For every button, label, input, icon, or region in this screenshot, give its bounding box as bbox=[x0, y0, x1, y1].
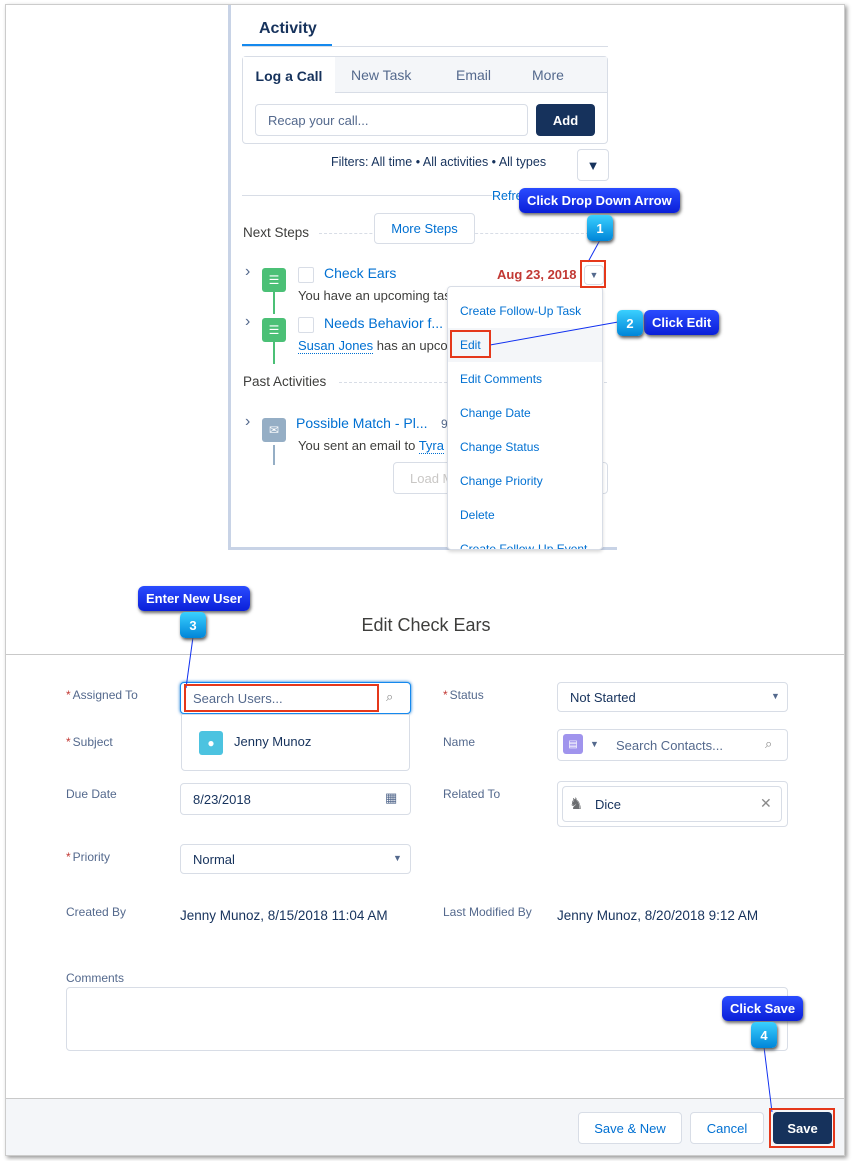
callout-connectors bbox=[185, 239, 773, 1113]
callout-2-number: 2 bbox=[617, 310, 643, 336]
highlight-assigned-to bbox=[184, 684, 379, 712]
callout-2-label: Click Edit bbox=[644, 310, 720, 335]
highlight-edit bbox=[450, 330, 491, 358]
highlight-save bbox=[769, 1108, 835, 1148]
callout-4-number: 4 bbox=[751, 1022, 777, 1048]
highlight-dropdown-arrow bbox=[580, 260, 606, 288]
callout-1-number: 1 bbox=[587, 215, 613, 241]
callout-4-label: Click Save bbox=[722, 996, 804, 1021]
callout-1-label: Click Drop Down Arrow bbox=[519, 188, 680, 213]
callout-3-label: Enter New User bbox=[138, 586, 251, 611]
callout-3-number: 3 bbox=[180, 612, 206, 638]
